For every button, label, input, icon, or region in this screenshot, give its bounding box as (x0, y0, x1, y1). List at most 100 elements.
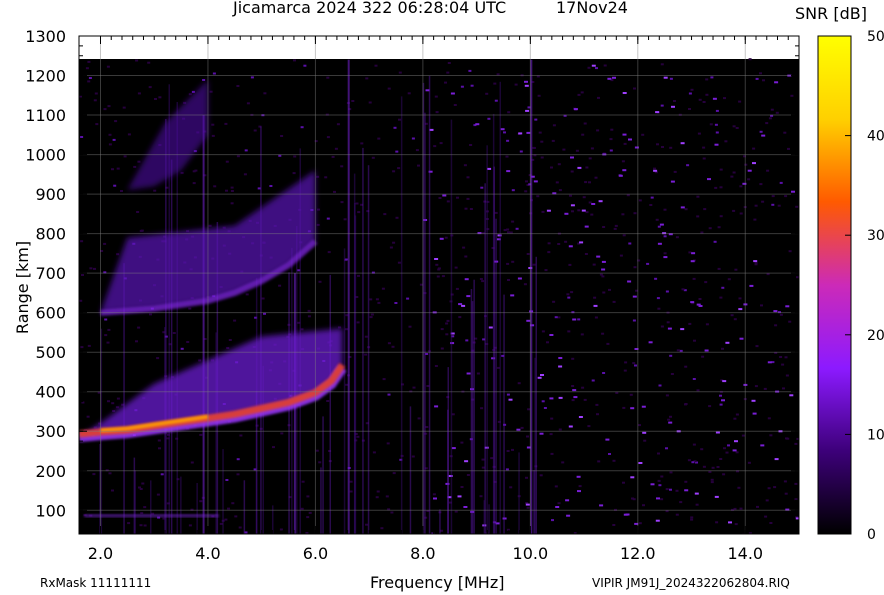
noise-speck (578, 485, 582, 488)
noise-speck (577, 209, 581, 212)
noise-speck (596, 413, 599, 416)
noise-speck (516, 428, 521, 431)
noise-speck (666, 321, 670, 324)
noise-speck (719, 186, 723, 189)
noise-speck (761, 200, 765, 203)
noise-speck (671, 105, 675, 108)
noise-speck (505, 468, 509, 471)
noise-speck (436, 275, 440, 278)
noise-speck (315, 449, 319, 452)
noise-speck (340, 165, 344, 168)
noise-speck (601, 332, 605, 335)
noise-speck (370, 313, 374, 316)
noise-speck (638, 522, 642, 525)
noise-speck (143, 524, 147, 527)
interference-streak (439, 509, 441, 534)
noise-speck (526, 435, 529, 438)
noise-speck (618, 174, 623, 177)
noise-speck (690, 518, 694, 521)
noise-speck (609, 149, 613, 152)
noise-speck (653, 167, 656, 170)
noise-speck (523, 283, 527, 286)
noise-speck (524, 84, 529, 87)
noise-speck (469, 144, 473, 146)
noise-speck (434, 405, 439, 408)
noise-speck (595, 67, 598, 70)
noise-speck (343, 218, 347, 221)
noise-speck (730, 314, 734, 317)
noise-speck (507, 111, 511, 114)
noise-speck (479, 495, 483, 498)
noise-speck (583, 398, 587, 401)
noise-speck (451, 413, 455, 416)
noise-speck (446, 200, 450, 203)
noise-speck (88, 77, 92, 79)
noise-speck (538, 131, 542, 134)
noise-speck (567, 330, 571, 333)
noise-speck (725, 451, 729, 454)
noise-speck (451, 447, 456, 450)
noise-speck (601, 275, 605, 278)
noise-speck (665, 394, 669, 397)
noise-speck (393, 126, 397, 129)
noise-speck (655, 519, 660, 522)
noise-speck (148, 86, 152, 89)
noise-speck (558, 365, 563, 368)
noise-speck (458, 303, 463, 306)
noise-speck (719, 458, 723, 460)
noise-speck (225, 479, 229, 481)
noise-speck (633, 212, 637, 215)
noise-speck (135, 340, 138, 343)
noise-speck (432, 493, 436, 496)
noise-speck (190, 461, 194, 464)
noise-speck (709, 123, 713, 126)
noise-speck (438, 197, 442, 199)
noise-speck (669, 415, 672, 418)
noise-speck (665, 447, 668, 450)
noise-speck (767, 417, 771, 420)
noise-speck (670, 373, 674, 375)
noise-speck (663, 76, 668, 79)
noise-speck (380, 527, 384, 530)
noise-speck (725, 341, 730, 344)
noise-speck (546, 341, 549, 344)
noise-speck (667, 327, 672, 330)
noise-speck (700, 448, 704, 451)
noise-speck (460, 85, 464, 88)
noise-speck (133, 165, 137, 168)
x-tick-label: 4.0 (195, 544, 220, 563)
noise-speck (278, 154, 282, 157)
noise-speck (602, 372, 606, 374)
noise-speck (663, 208, 667, 211)
y-tick-label: 1200 (25, 67, 66, 86)
interference-streak (400, 96, 403, 534)
noise-speck (767, 487, 771, 490)
noise-speck (724, 140, 728, 143)
noise-speck (675, 513, 679, 516)
noise-speck (460, 486, 464, 488)
noise-speck (742, 182, 747, 185)
noise-speck (765, 122, 769, 125)
noise-speck (137, 160, 141, 163)
noise-speck (533, 180, 538, 183)
noise-speck (446, 319, 450, 322)
noise-speck (694, 492, 699, 495)
noise-speck (765, 499, 769, 502)
noise-speck (738, 100, 742, 103)
noise-speck (147, 61, 151, 64)
y-tick-label: 300 (35, 422, 66, 441)
noise-speck (231, 502, 235, 505)
noise-speck (558, 357, 563, 359)
noise-speck (108, 472, 112, 475)
noise-speck (665, 488, 669, 491)
noise-speck (588, 157, 592, 160)
noise-speck (623, 369, 627, 372)
noise-speck (632, 319, 636, 322)
noise-speck (733, 417, 737, 420)
noise-speck (629, 393, 633, 396)
noise-speck (425, 426, 429, 428)
noise-speck (506, 170, 511, 173)
noise-speck (594, 176, 598, 179)
noise-speck (702, 146, 706, 149)
noise-speck (236, 458, 240, 461)
